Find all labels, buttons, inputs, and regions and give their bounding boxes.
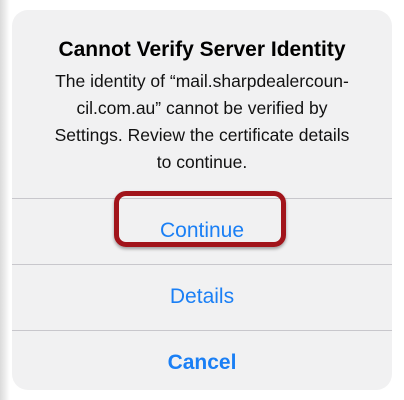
cancel-button[interactable]: Cancel (12, 332, 392, 390)
details-button[interactable]: Details (12, 266, 392, 328)
action-divider (12, 198, 392, 199)
action-divider (12, 264, 392, 265)
alert-message-line: Settings. Review the certificate details (54, 125, 350, 145)
server-identity-alert: Cannot Verify Server Identity The identi… (12, 10, 392, 390)
screenshot-stage: Cannot Verify Server Identity The identi… (0, 0, 404, 400)
alert-message-line: cil.com.au” cannot be verified by (76, 98, 328, 118)
alert-message-line: The identity of “mail.sharpdealercoun- (55, 71, 349, 91)
continue-button[interactable]: Continue (12, 200, 392, 262)
alert-body: Cannot Verify Server Identity The identi… (12, 10, 392, 198)
action-divider (12, 330, 392, 331)
background-edge (0, 0, 10, 400)
alert-message: The identity of “mail.sharpdealercoun- c… (30, 68, 374, 176)
alert-title: Cannot Verify Server Identity (58, 38, 346, 61)
alert-message-line: to continue. (156, 152, 248, 172)
